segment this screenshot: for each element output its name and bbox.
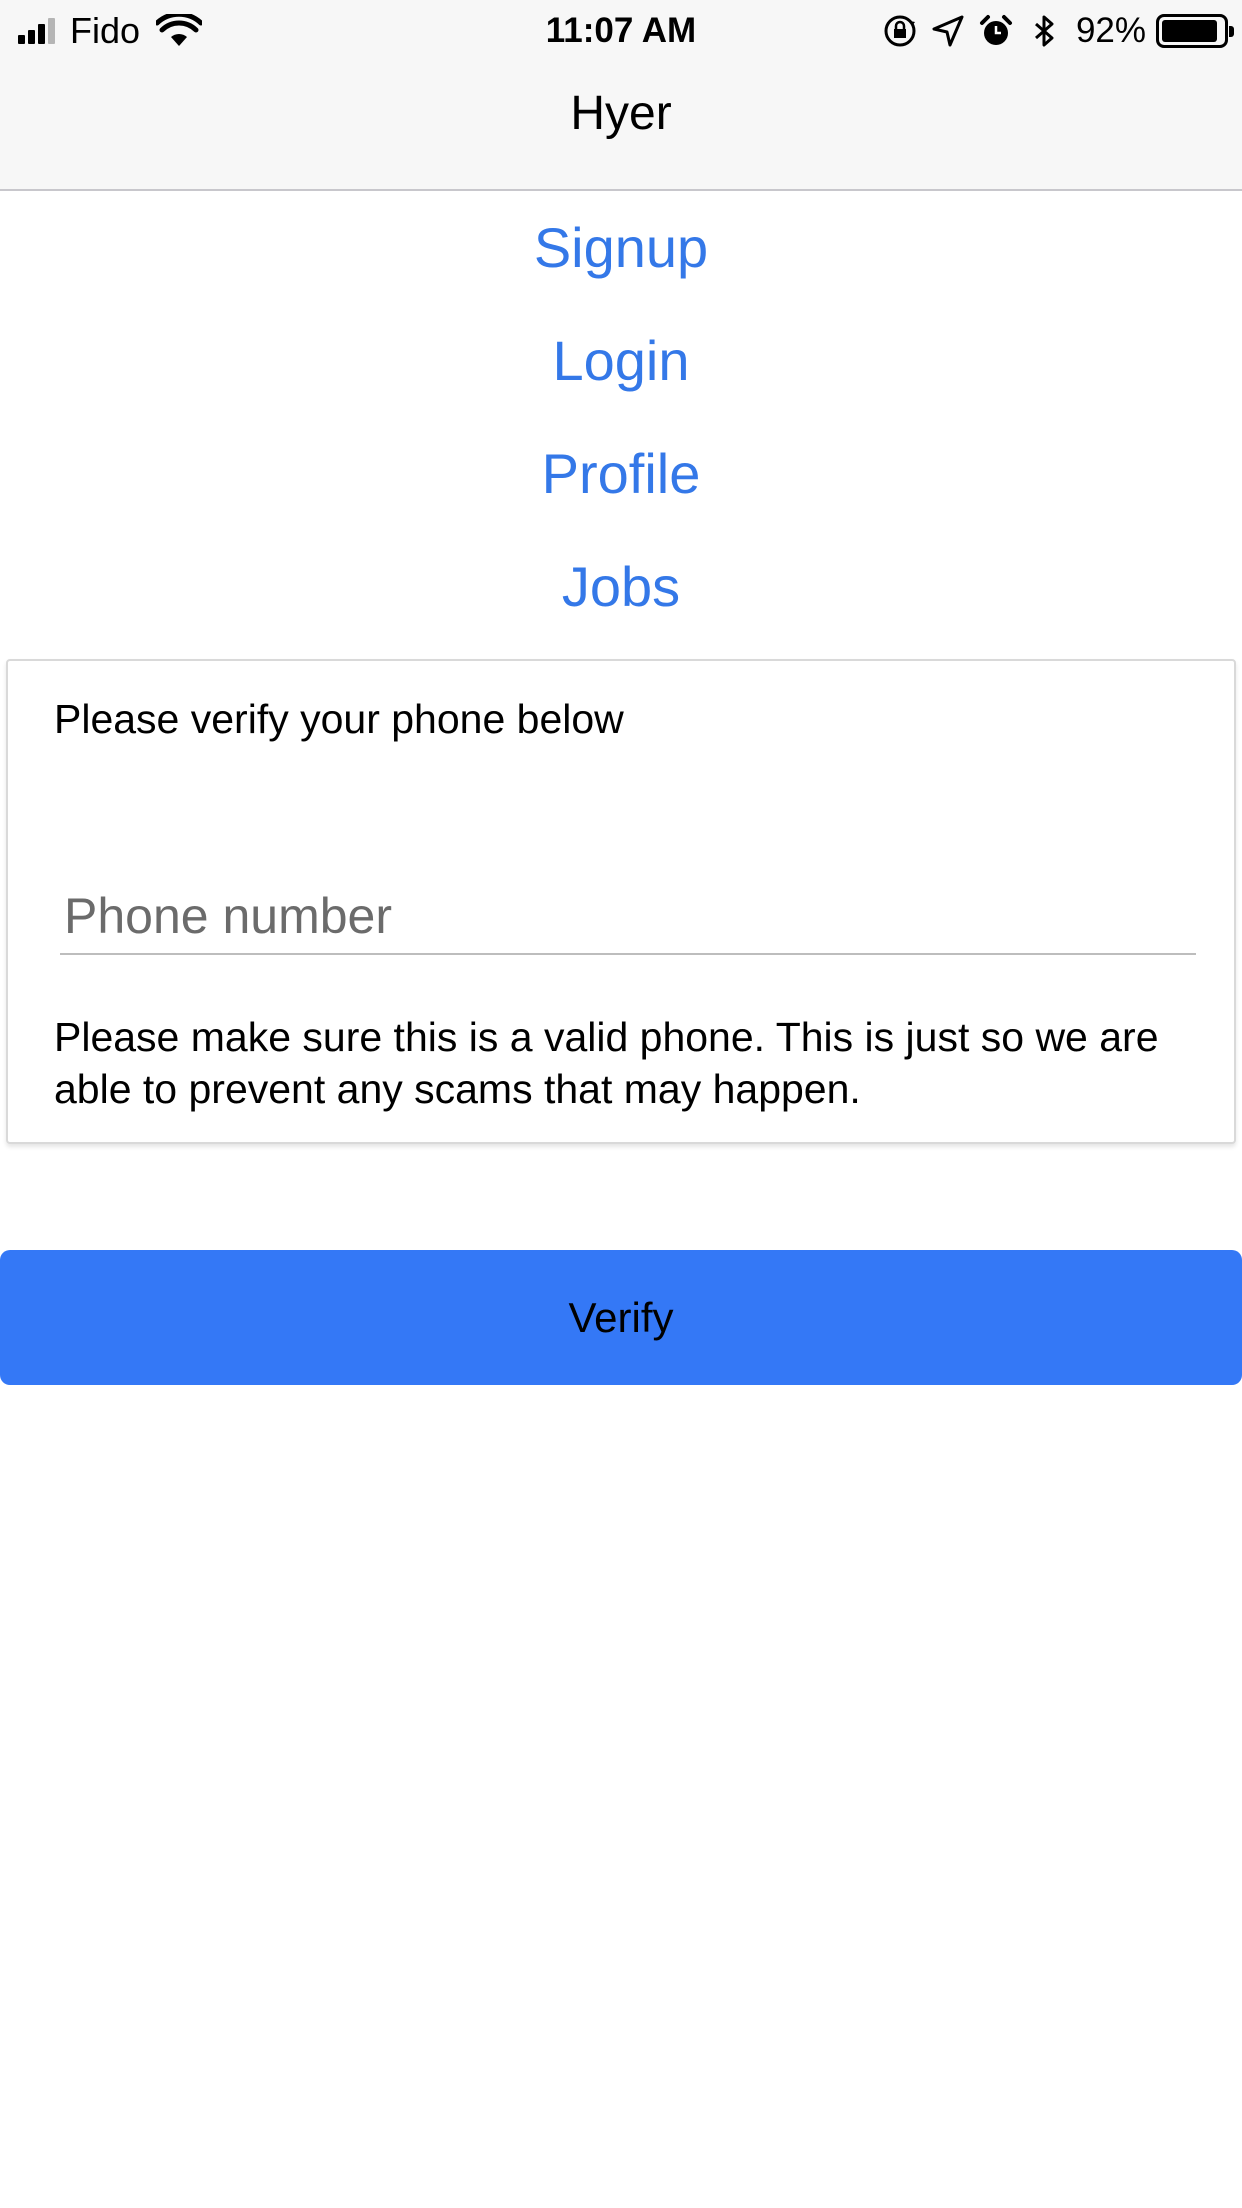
battery-cap [1229,26,1234,37]
menu-link-signup[interactable]: Signup [0,191,1242,304]
battery-fill [1162,20,1218,42]
location-icon [932,15,964,47]
menu-link-profile[interactable]: Profile [0,417,1242,530]
bluetooth-icon [1034,15,1054,47]
menu-link-login[interactable]: Login [0,304,1242,417]
alarm-icon [979,15,1012,45]
page-title: Hyer [570,87,672,140]
main-menu: Signup Login Profile Jobs [0,191,1242,643]
verify-button[interactable]: Verify [0,1250,1242,1385]
verify-phone-card: Please verify your phone below Please ma… [6,659,1236,1144]
verify-prompt: Please verify your phone below [54,696,624,742]
status-right: 92% [870,10,1234,52]
battery-percent: 92% [1075,11,1146,50]
status-bar: Fido 11:07 AM 92% [0,0,1242,62]
verify-note: Please make sure this is a valid phone. … [54,1014,1159,1112]
orientation-lock-icon [884,15,916,47]
menu-link-jobs[interactable]: Jobs [0,530,1242,643]
nav-header: Hyer [0,62,1242,191]
phone-number-input[interactable] [60,879,1196,955]
battery-icon [1156,14,1234,48]
